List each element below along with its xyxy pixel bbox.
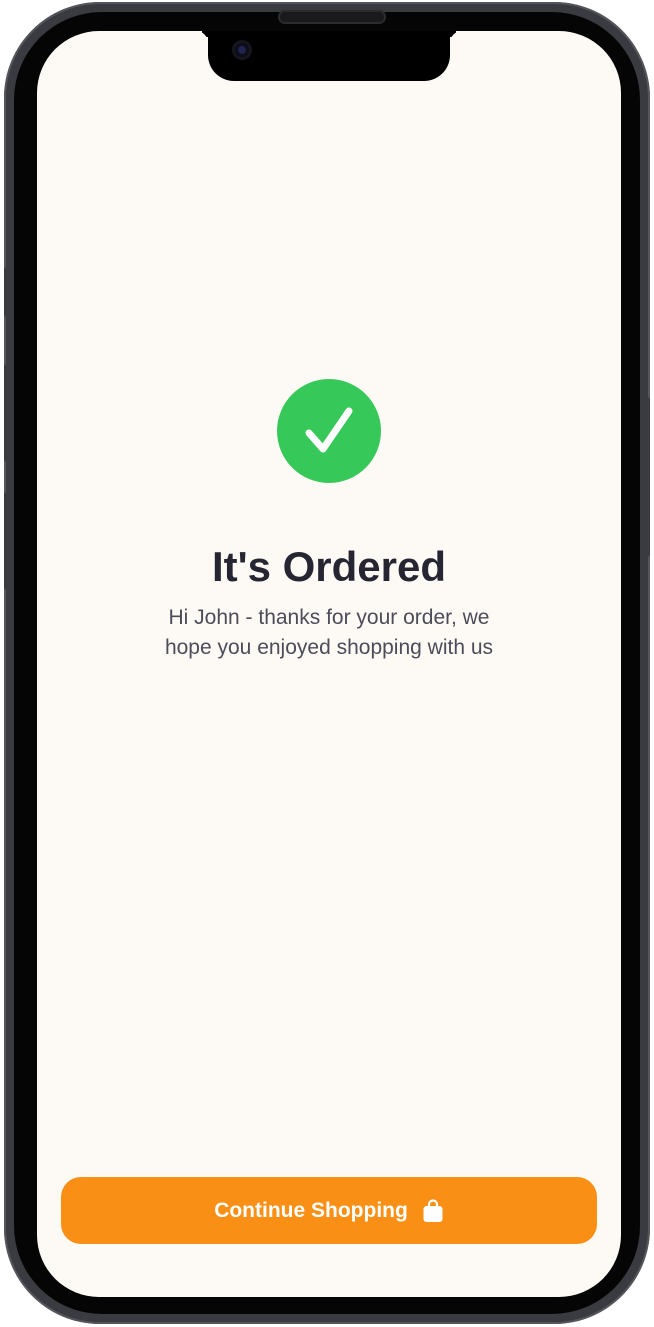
volume-up-button [4,364,10,462]
page-title: It's Ordered [211,543,447,590]
power-button [644,397,650,557]
action-button [4,267,10,317]
continue-shopping-button[interactable]: Continue Shopping [61,1177,597,1244]
notch [208,31,450,81]
earpiece-speaker [278,10,386,24]
front-camera [232,40,252,60]
checkmark-icon [305,407,353,453]
shopping-bag-icon [422,1198,444,1223]
checkmark-circle-icon [277,379,381,483]
volume-down-button [4,492,10,590]
continue-shopping-label: Continue Shopping [214,1198,408,1222]
confirmation-message: Hi John - thanks for your order, we hope… [164,606,494,659]
order-confirmation-screen: It's Ordered Hi John - thanks for your o… [37,31,621,1297]
